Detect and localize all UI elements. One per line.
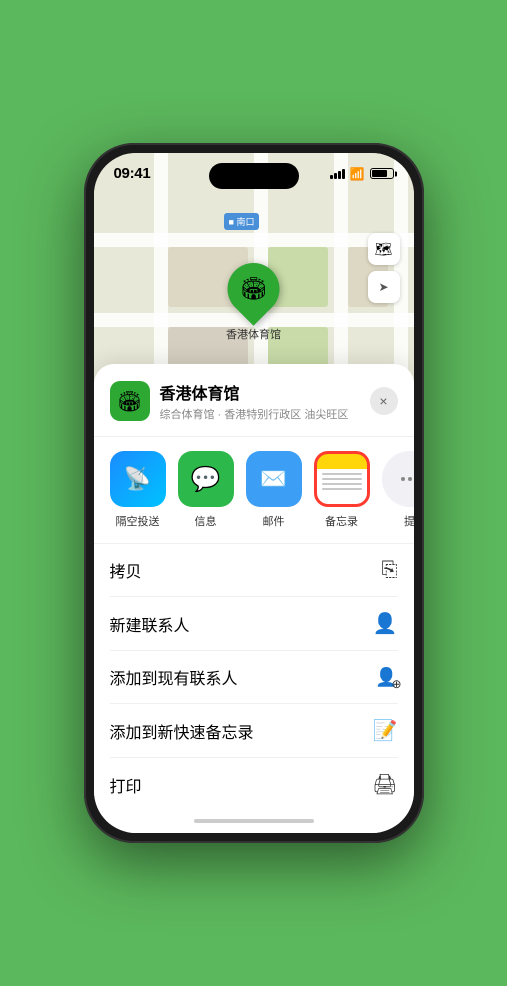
- messages-icon: 💬: [178, 451, 234, 507]
- add-existing-label: 添加到现有联系人: [110, 665, 238, 689]
- map-type-button[interactable]: 🗺: [368, 233, 400, 265]
- action-print[interactable]: 打印 🖨: [110, 758, 398, 811]
- battery-icon: [370, 168, 394, 179]
- home-indicator: [194, 819, 314, 823]
- airdrop-label: 隔空投送: [116, 513, 160, 529]
- airdrop-icon: 📡: [110, 451, 166, 507]
- venue-info: 香港体育馆 综合体育馆 · 香港特别行政区 油尖旺区: [160, 380, 370, 422]
- phone-screen: 09:41 📶: [94, 153, 414, 833]
- dynamic-island: [209, 163, 299, 189]
- add-notes-icon: 📝: [373, 718, 398, 743]
- print-icon: 🖨: [372, 772, 397, 797]
- map-label-nankou: ■ 南口: [224, 213, 260, 230]
- share-row: 📡 隔空投送 💬 信息 ✉️ 邮件: [94, 437, 414, 544]
- stadium-pin: 🏟 香港体育馆: [226, 263, 281, 342]
- mail-label: 邮件: [263, 513, 285, 529]
- status-icons: 📶: [330, 167, 394, 181]
- action-copy[interactable]: 拷贝 ⎘: [110, 544, 398, 597]
- add-notes-label: 添加到新快速备忘录: [110, 719, 254, 743]
- action-list: 拷贝 ⎘ 新建联系人 👤 添加到现有联系人 👤⊕ 添加到新快速备忘录 📝: [94, 544, 414, 811]
- map-controls: 🗺 ➤: [368, 233, 400, 309]
- share-app-airdrop[interactable]: 📡 隔空投送: [110, 451, 166, 529]
- copy-icon: ⎘: [382, 559, 398, 582]
- action-add-notes[interactable]: 添加到新快速备忘录 📝: [110, 704, 398, 758]
- status-time: 09:41: [114, 165, 151, 182]
- close-button[interactable]: ×: [370, 387, 398, 415]
- share-app-messages[interactable]: 💬 信息: [178, 451, 234, 529]
- venue-subtitle: 综合体育馆 · 香港特别行政区 油尖旺区: [160, 406, 370, 422]
- signal-bars-icon: [330, 169, 345, 179]
- new-contact-label: 新建联系人: [110, 612, 190, 636]
- sheet-header: 🏟 香港体育馆 综合体育馆 · 香港特别行政区 油尖旺区 ×: [94, 380, 414, 437]
- notes-icon: [314, 451, 370, 507]
- action-new-contact[interactable]: 新建联系人 👤: [110, 597, 398, 651]
- location-icon: ➤: [378, 280, 388, 294]
- new-contact-icon: 👤: [373, 611, 398, 636]
- pin-label: 香港体育馆: [226, 326, 281, 342]
- notes-label: 备忘录: [325, 513, 358, 529]
- share-app-notes[interactable]: 备忘录: [314, 451, 370, 529]
- share-app-mail[interactable]: ✉️ 邮件: [246, 451, 302, 529]
- more-label: 提: [404, 513, 414, 529]
- more-icon: [382, 451, 414, 507]
- action-add-existing[interactable]: 添加到现有联系人 👤⊕: [110, 651, 398, 704]
- pin-stadium-icon: 🏟: [240, 276, 268, 302]
- venue-name: 香港体育馆: [160, 380, 370, 404]
- add-existing-icon: 👤⊕: [375, 666, 397, 689]
- map-type-icon: 🗺: [375, 241, 393, 258]
- share-app-more[interactable]: 提: [382, 451, 414, 529]
- copy-label: 拷贝: [110, 558, 142, 582]
- messages-label: 信息: [195, 513, 217, 529]
- bottom-sheet: 🏟 香港体育馆 综合体育馆 · 香港特别行政区 油尖旺区 × 📡: [94, 364, 414, 833]
- mail-icon: ✉️: [246, 451, 302, 507]
- location-button[interactable]: ➤: [368, 271, 400, 303]
- print-label: 打印: [110, 773, 142, 797]
- wifi-icon: 📶: [350, 167, 365, 181]
- venue-icon: 🏟: [110, 381, 150, 421]
- phone-frame: 09:41 📶: [84, 143, 424, 843]
